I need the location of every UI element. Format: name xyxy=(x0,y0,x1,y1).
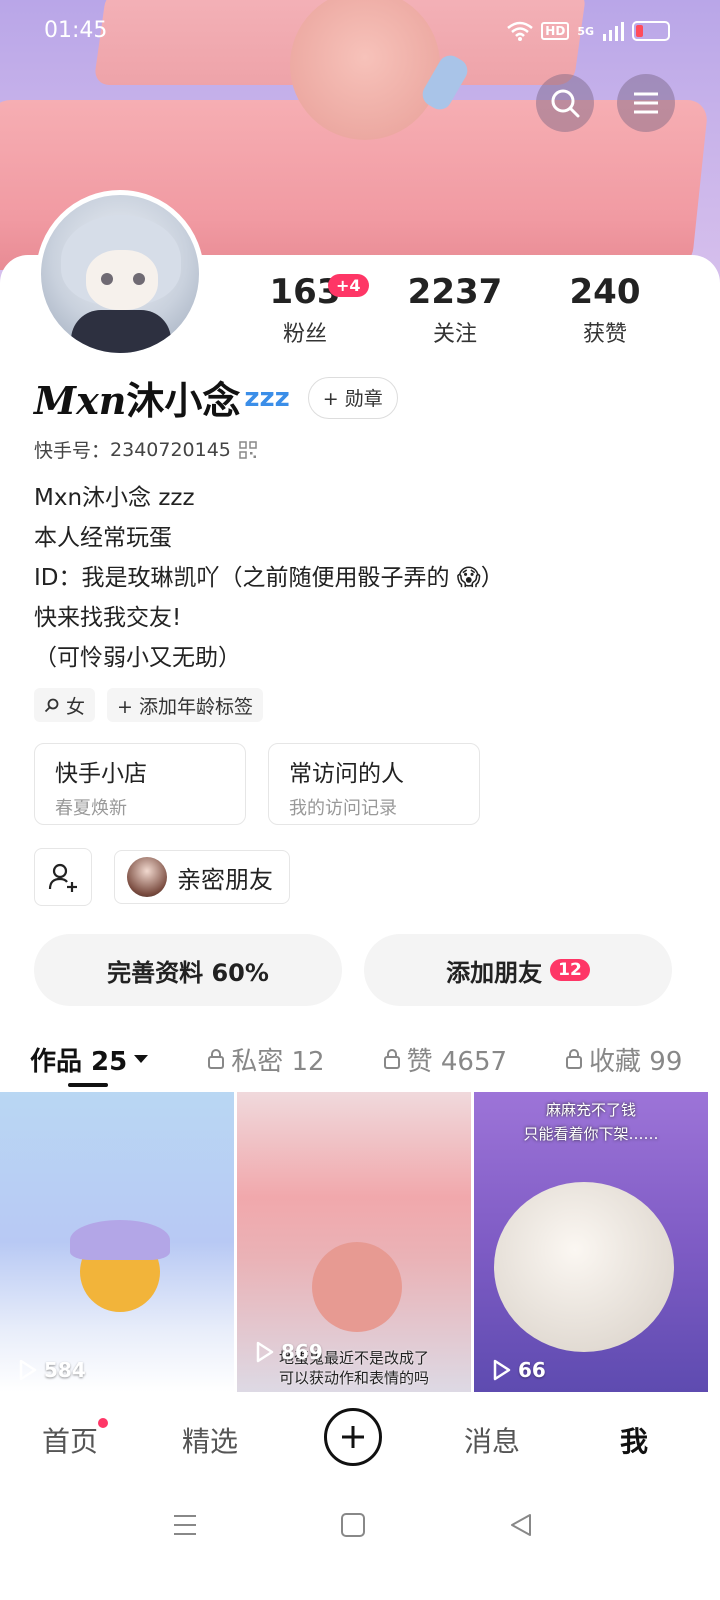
tab-liked[interactable]: 赞 4657 xyxy=(383,1041,507,1078)
bio-line: Mxn沐小念 zzz xyxy=(34,485,195,511)
stat-following[interactable]: 2237 关注 xyxy=(380,272,530,348)
new-followers-badge: +4 xyxy=(328,274,369,297)
search-icon xyxy=(551,89,580,118)
close-friends-label: 亲密朋友 xyxy=(177,865,273,894)
notification-dot xyxy=(98,1418,108,1428)
hamburger-icon xyxy=(634,92,658,114)
lock-icon xyxy=(208,1049,225,1069)
search-button[interactable] xyxy=(536,74,594,132)
nav-featured[interactable]: 精选 xyxy=(182,1420,238,1460)
close-friends-button[interactable]: 亲密朋友 xyxy=(114,850,290,904)
female-icon xyxy=(44,698,59,713)
tag-text: 女 xyxy=(66,695,86,718)
shortcut-title: 常访问的人 xyxy=(289,761,404,787)
status-time: 01:45 xyxy=(44,18,108,43)
lock-icon xyxy=(566,1049,583,1069)
qr-code-icon xyxy=(239,440,257,459)
network-label: 5G xyxy=(577,24,594,38)
stat-value: 2237 xyxy=(407,272,503,312)
name-script: Mxn xyxy=(34,378,127,423)
visitors-shortcut[interactable]: 常访问的人 我的访问记录 xyxy=(268,743,480,825)
menu-button[interactable] xyxy=(617,74,675,132)
recent-apps-icon[interactable] xyxy=(172,1512,198,1538)
play-count: 869 xyxy=(255,1340,323,1364)
wifi-icon xyxy=(507,21,534,41)
caret-down-icon xyxy=(134,1055,149,1063)
nav-messages[interactable]: 消息 xyxy=(464,1420,520,1460)
status-icons: HD 5G xyxy=(507,20,670,42)
add-friend-button[interactable] xyxy=(34,848,92,906)
medal-button[interactable]: + 勋章 xyxy=(307,376,398,419)
status-bar: 01:45 HD 5G xyxy=(0,0,720,64)
shortcut-subtitle: 春夏焕新 xyxy=(55,798,127,819)
bottom-nav: 首页 精选 消息 我 xyxy=(0,1392,720,1488)
stat-value: 240 xyxy=(569,272,641,312)
tab-favorites[interactable]: 收藏 99 xyxy=(565,1041,682,1078)
tab-label: 私密 12 xyxy=(231,1046,325,1077)
add-age-tag[interactable]: + 添加年龄标签 xyxy=(107,688,263,722)
battery-icon xyxy=(632,21,670,41)
shop-shortcut[interactable]: 快手小店 春夏焕新 xyxy=(34,743,246,825)
tab-label: 收藏 99 xyxy=(589,1046,683,1077)
create-button[interactable] xyxy=(324,1408,382,1466)
name-row: Mxn沐小念 zzz + 勋章 xyxy=(34,370,398,425)
back-icon[interactable] xyxy=(508,1512,534,1538)
bio-line: 快来找我交友! xyxy=(34,605,182,631)
video-thumbnail[interactable]: 地蛋鬼最近不是改成了 可以获动作和表情的吗 869 xyxy=(237,1092,471,1392)
profile-actions: 完善资料 60% 添加朋友 12 xyxy=(34,934,672,1006)
bio-line: 本人经常玩蛋 xyxy=(34,525,172,551)
home-icon[interactable] xyxy=(340,1512,366,1538)
play-icon xyxy=(493,1359,511,1381)
stat-followers[interactable]: 163 +4 粉丝 xyxy=(230,272,380,348)
video-thumbnail[interactable]: 麻麻充不了钱 只能看着你下架…… 66 xyxy=(474,1092,708,1392)
shortcut-subtitle: 我的访问记录 xyxy=(289,798,397,819)
friends-row: 亲密朋友 xyxy=(34,848,290,906)
bio: Mxn沐小念 zzz 本人经常玩蛋 ID：我是玫琳凯吖（之前随便用骰子弄的 😱）… xyxy=(34,478,504,678)
kuaishou-id-row[interactable]: 快手号： 2340720145 xyxy=(34,436,257,463)
signal-icon xyxy=(603,22,624,41)
add-friends-button[interactable]: 添加朋友 12 xyxy=(364,934,672,1006)
lock-icon xyxy=(383,1049,400,1069)
video-grid: 584 地蛋鬼最近不是改成了 可以获动作和表情的吗 869 麻麻充不了钱 只能看… xyxy=(0,1092,720,1392)
content-tabs: 作品 25 私密 12 赞 4657 收藏 99 xyxy=(30,1030,720,1088)
complete-profile-button[interactable]: 完善资料 60% xyxy=(34,934,342,1006)
bio-line: （可怜弱小又无助） xyxy=(34,645,241,671)
display-name: Mxn沐小念 xyxy=(34,370,240,425)
nav-me[interactable]: 我 xyxy=(620,1420,648,1460)
stat-label: 获赞 xyxy=(582,322,627,347)
play-count: 66 xyxy=(492,1358,546,1382)
kuaishou-id-label: 快手号： xyxy=(34,440,111,462)
tab-works[interactable]: 作品 25 xyxy=(30,1041,149,1078)
profile-tags: 女 + 添加年龄标签 xyxy=(34,688,263,722)
add-friends-label: 添加朋友 xyxy=(446,958,543,987)
system-navigation-bar xyxy=(0,1490,720,1600)
video-caption: 麻麻充不了钱 只能看着你下架…… xyxy=(523,1101,659,1143)
tab-private[interactable]: 私密 12 xyxy=(207,1041,325,1078)
play-icon xyxy=(19,1359,37,1381)
kuaishou-id: 2340720145 xyxy=(110,438,231,461)
play-count: 584 xyxy=(18,1358,86,1382)
tab-label: 赞 4657 xyxy=(406,1046,508,1077)
active-tab-indicator xyxy=(68,1083,108,1087)
hd-icon: HD xyxy=(541,22,570,40)
sleep-emoji: zzz xyxy=(244,382,290,413)
avatar[interactable] xyxy=(36,190,204,358)
friend-avatar xyxy=(127,857,167,897)
tab-label: 作品 25 xyxy=(30,1046,128,1077)
play-icon xyxy=(256,1341,274,1363)
bio-line: ID：我是玫琳凯吖（之前随便用骰子弄的 😱） xyxy=(34,565,504,591)
add-friends-badge: 12 xyxy=(550,959,590,981)
stat-likes[interactable]: 240 获赞 xyxy=(530,272,680,348)
plus-icon xyxy=(342,1426,364,1448)
shortcut-title: 快手小店 xyxy=(55,761,147,787)
gender-tag[interactable]: 女 xyxy=(34,688,96,722)
name-text: 沐小念 xyxy=(126,379,241,423)
stat-label: 关注 xyxy=(432,322,477,347)
profile-stats: 163 +4 粉丝 2237 关注 240 获赞 xyxy=(230,272,680,348)
video-thumbnail[interactable]: 584 xyxy=(0,1092,234,1392)
nav-home[interactable]: 首页 xyxy=(42,1420,98,1460)
stat-label: 粉丝 xyxy=(282,322,327,347)
add-user-icon xyxy=(48,863,77,892)
shortcuts: 快手小店 春夏焕新 常访问的人 我的访问记录 xyxy=(34,743,480,825)
